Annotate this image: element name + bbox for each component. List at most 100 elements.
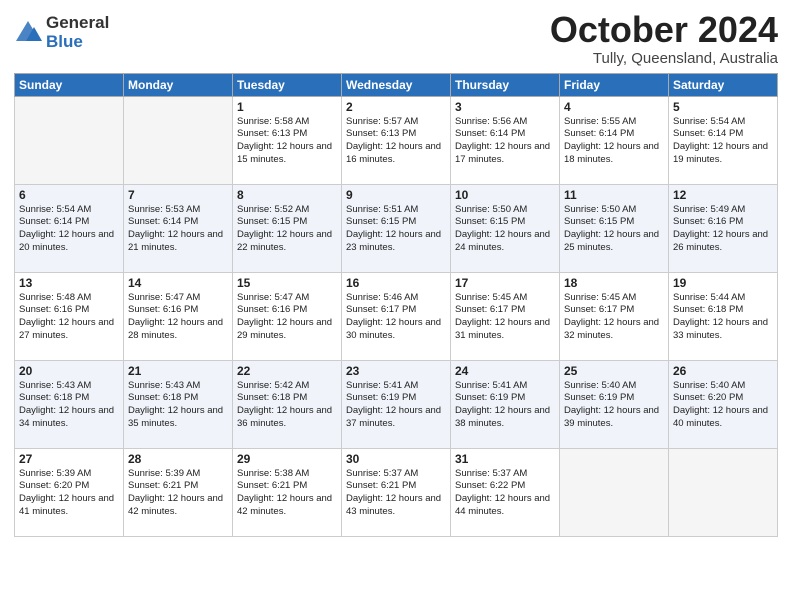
calendar-cell: 21 Sunrise: 5:43 AM Sunset: 6:18 PM Dayli… bbox=[124, 360, 233, 448]
day-info: Sunrise: 5:42 AM Sunset: 6:18 PM Dayligh… bbox=[237, 380, 337, 431]
day-info: Sunrise: 5:39 AM Sunset: 6:20 PM Dayligh… bbox=[19, 468, 119, 519]
logo-general: General bbox=[46, 14, 109, 33]
day-number: 1 bbox=[237, 100, 337, 114]
day-number: 13 bbox=[19, 276, 119, 290]
calendar-cell bbox=[124, 96, 233, 184]
day-info: Sunrise: 5:53 AM Sunset: 6:14 PM Dayligh… bbox=[128, 204, 228, 255]
day-info: Sunrise: 5:43 AM Sunset: 6:18 PM Dayligh… bbox=[19, 380, 119, 431]
day-number: 30 bbox=[346, 452, 446, 466]
day-number: 19 bbox=[673, 276, 773, 290]
day-number: 5 bbox=[673, 100, 773, 114]
day-number: 27 bbox=[19, 452, 119, 466]
calendar-cell: 12Sunrise: 5:49 AM Sunset: 6:16 PM Dayli… bbox=[669, 184, 778, 272]
col-header-sunday: Sunday bbox=[15, 73, 124, 96]
calendar-cell: 1 Sunrise: 5:58 AM Sunset: 6:13 PM Daylig… bbox=[233, 96, 342, 184]
calendar-cell: 8Sunrise: 5:52 AM Sunset: 6:15 PM Daylig… bbox=[233, 184, 342, 272]
day-number: 23 bbox=[346, 364, 446, 378]
day-info: Sunrise: 5:37 AM Sunset: 6:21 PM Dayligh… bbox=[346, 468, 446, 519]
day-info: Sunrise: 5:41 AM Sunset: 6:19 PM Dayligh… bbox=[455, 380, 555, 431]
header: General Blue October 2024 Tully, Queensl… bbox=[14, 10, 778, 67]
calendar-cell: 5 Sunrise: 5:54 AM Sunset: 6:14 PM Daylig… bbox=[669, 96, 778, 184]
calendar-cell: 23Sunrise: 5:41 AM Sunset: 6:19 PM Dayli… bbox=[342, 360, 451, 448]
location: Tully, Queensland, Australia bbox=[550, 50, 778, 67]
col-header-friday: Friday bbox=[560, 73, 669, 96]
day-number: 22 bbox=[237, 364, 337, 378]
day-number: 3 bbox=[455, 100, 555, 114]
day-number: 24 bbox=[455, 364, 555, 378]
col-header-saturday: Saturday bbox=[669, 73, 778, 96]
day-info: Sunrise: 5:54 AM Sunset: 6:14 PM Dayligh… bbox=[673, 116, 773, 167]
calendar-table: SundayMondayTuesdayWednesdayThursdayFrid… bbox=[14, 73, 778, 537]
page: General Blue October 2024 Tully, Queensl… bbox=[0, 0, 792, 612]
day-number: 15 bbox=[237, 276, 337, 290]
logo: General Blue bbox=[14, 14, 109, 51]
day-info: Sunrise: 5:56 AM Sunset: 6:14 PM Dayligh… bbox=[455, 116, 555, 167]
day-number: 10 bbox=[455, 188, 555, 202]
day-number: 7 bbox=[128, 188, 228, 202]
calendar-week-row: 13 Sunrise: 5:48 AM Sunset: 6:16 PM Dayli… bbox=[15, 272, 778, 360]
calendar-cell bbox=[669, 448, 778, 536]
calendar-cell: 9 Sunrise: 5:51 AM Sunset: 6:15 PM Daylig… bbox=[342, 184, 451, 272]
day-number: 26 bbox=[673, 364, 773, 378]
day-info: Sunrise: 5:43 AM Sunset: 6:18 PM Dayligh… bbox=[128, 380, 228, 431]
calendar-cell: 6 Sunrise: 5:54 AM Sunset: 6:14 PM Daylig… bbox=[15, 184, 124, 272]
day-info: Sunrise: 5:47 AM Sunset: 6:16 PM Dayligh… bbox=[128, 292, 228, 343]
day-info: Sunrise: 5:54 AM Sunset: 6:14 PM Dayligh… bbox=[19, 204, 119, 255]
col-header-tuesday: Tuesday bbox=[233, 73, 342, 96]
day-info: Sunrise: 5:48 AM Sunset: 6:16 PM Dayligh… bbox=[19, 292, 119, 343]
calendar-cell: 19Sunrise: 5:44 AM Sunset: 6:18 PM Dayli… bbox=[669, 272, 778, 360]
calendar-cell: 16 Sunrise: 5:46 AM Sunset: 6:17 PM Dayli… bbox=[342, 272, 451, 360]
calendar-cell: 18 Sunrise: 5:45 AM Sunset: 6:17 PM Dayli… bbox=[560, 272, 669, 360]
day-info: Sunrise: 5:40 AM Sunset: 6:19 PM Dayligh… bbox=[564, 380, 664, 431]
day-info: Sunrise: 5:45 AM Sunset: 6:17 PM Dayligh… bbox=[455, 292, 555, 343]
day-info: Sunrise: 5:57 AM Sunset: 6:13 PM Dayligh… bbox=[346, 116, 446, 167]
day-info: Sunrise: 5:50 AM Sunset: 6:15 PM Dayligh… bbox=[564, 204, 664, 255]
col-header-thursday: Thursday bbox=[451, 73, 560, 96]
day-number: 28 bbox=[128, 452, 228, 466]
month-title: October 2024 bbox=[550, 10, 778, 50]
calendar-cell: 4 Sunrise: 5:55 AM Sunset: 6:14 PM Daylig… bbox=[560, 96, 669, 184]
day-number: 6 bbox=[19, 188, 119, 202]
calendar-week-row: 27 Sunrise: 5:39 AM Sunset: 6:20 PM Dayli… bbox=[15, 448, 778, 536]
day-info: Sunrise: 5:45 AM Sunset: 6:17 PM Dayligh… bbox=[564, 292, 664, 343]
day-info: Sunrise: 5:51 AM Sunset: 6:15 PM Dayligh… bbox=[346, 204, 446, 255]
calendar-cell: 30 Sunrise: 5:37 AM Sunset: 6:21 PM Dayli… bbox=[342, 448, 451, 536]
day-number: 11 bbox=[564, 188, 664, 202]
day-number: 31 bbox=[455, 452, 555, 466]
day-info: Sunrise: 5:38 AM Sunset: 6:21 PM Dayligh… bbox=[237, 468, 337, 519]
day-number: 20 bbox=[19, 364, 119, 378]
calendar-week-row: 1 Sunrise: 5:58 AM Sunset: 6:13 PM Daylig… bbox=[15, 96, 778, 184]
calendar-cell: 25 Sunrise: 5:40 AM Sunset: 6:19 PM Dayli… bbox=[560, 360, 669, 448]
day-number: 25 bbox=[564, 364, 664, 378]
day-number: 14 bbox=[128, 276, 228, 290]
logo-blue: Blue bbox=[46, 33, 109, 52]
day-info: Sunrise: 5:49 AM Sunset: 6:16 PM Dayligh… bbox=[673, 204, 773, 255]
day-number: 9 bbox=[346, 188, 446, 202]
day-number: 18 bbox=[564, 276, 664, 290]
day-number: 4 bbox=[564, 100, 664, 114]
calendar-cell: 3 Sunrise: 5:56 AM Sunset: 6:14 PM Daylig… bbox=[451, 96, 560, 184]
day-info: Sunrise: 5:50 AM Sunset: 6:15 PM Dayligh… bbox=[455, 204, 555, 255]
day-info: Sunrise: 5:40 AM Sunset: 6:20 PM Dayligh… bbox=[673, 380, 773, 431]
calendar-cell: 7 Sunrise: 5:53 AM Sunset: 6:14 PM Daylig… bbox=[124, 184, 233, 272]
calendar-cell: 29Sunrise: 5:38 AM Sunset: 6:21 PM Dayli… bbox=[233, 448, 342, 536]
calendar-cell: 11 Sunrise: 5:50 AM Sunset: 6:15 PM Dayli… bbox=[560, 184, 669, 272]
calendar-cell: 13 Sunrise: 5:48 AM Sunset: 6:16 PM Dayli… bbox=[15, 272, 124, 360]
calendar-cell: 2Sunrise: 5:57 AM Sunset: 6:13 PM Daylig… bbox=[342, 96, 451, 184]
day-info: Sunrise: 5:37 AM Sunset: 6:22 PM Dayligh… bbox=[455, 468, 555, 519]
day-info: Sunrise: 5:46 AM Sunset: 6:17 PM Dayligh… bbox=[346, 292, 446, 343]
calendar-cell: 17 Sunrise: 5:45 AM Sunset: 6:17 PM Dayli… bbox=[451, 272, 560, 360]
day-info: Sunrise: 5:55 AM Sunset: 6:14 PM Dayligh… bbox=[564, 116, 664, 167]
calendar-cell: 20 Sunrise: 5:43 AM Sunset: 6:18 PM Dayli… bbox=[15, 360, 124, 448]
calendar-cell: 22 Sunrise: 5:42 AM Sunset: 6:18 PM Dayli… bbox=[233, 360, 342, 448]
day-number: 16 bbox=[346, 276, 446, 290]
calendar-cell: 26 Sunrise: 5:40 AM Sunset: 6:20 PM Dayli… bbox=[669, 360, 778, 448]
day-number: 21 bbox=[128, 364, 228, 378]
calendar-cell: 24 Sunrise: 5:41 AM Sunset: 6:19 PM Dayli… bbox=[451, 360, 560, 448]
day-info: Sunrise: 5:58 AM Sunset: 6:13 PM Dayligh… bbox=[237, 116, 337, 167]
calendar-cell: 15Sunrise: 5:47 AM Sunset: 6:16 PM Dayli… bbox=[233, 272, 342, 360]
day-number: 17 bbox=[455, 276, 555, 290]
calendar-cell bbox=[15, 96, 124, 184]
calendar-cell bbox=[560, 448, 669, 536]
day-info: Sunrise: 5:52 AM Sunset: 6:15 PM Dayligh… bbox=[237, 204, 337, 255]
